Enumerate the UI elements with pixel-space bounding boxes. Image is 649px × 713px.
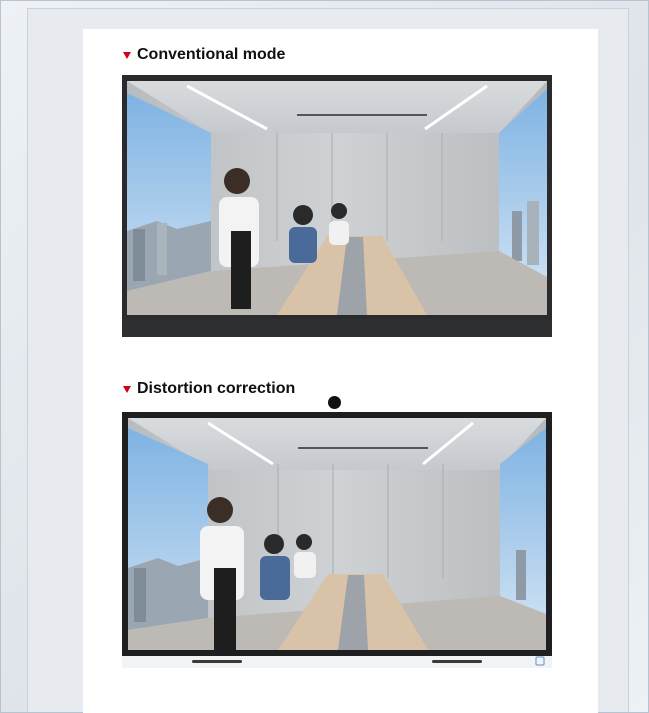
heading-text: Conventional mode (137, 46, 286, 63)
section-heading-conventional: Conventional mode (123, 46, 285, 64)
red-triangle-icon (123, 51, 131, 59)
heading-text: Distortion correction (137, 380, 296, 397)
conference-room-scene (122, 412, 552, 668)
conference-room-scene (122, 75, 552, 337)
conference-room-image-distortion (122, 412, 552, 668)
section-heading-distortion: Distortion correction (123, 380, 295, 398)
red-triangle-icon (123, 385, 131, 393)
cursor-dot-icon (328, 396, 341, 409)
conference-room-image-conventional (122, 75, 552, 337)
